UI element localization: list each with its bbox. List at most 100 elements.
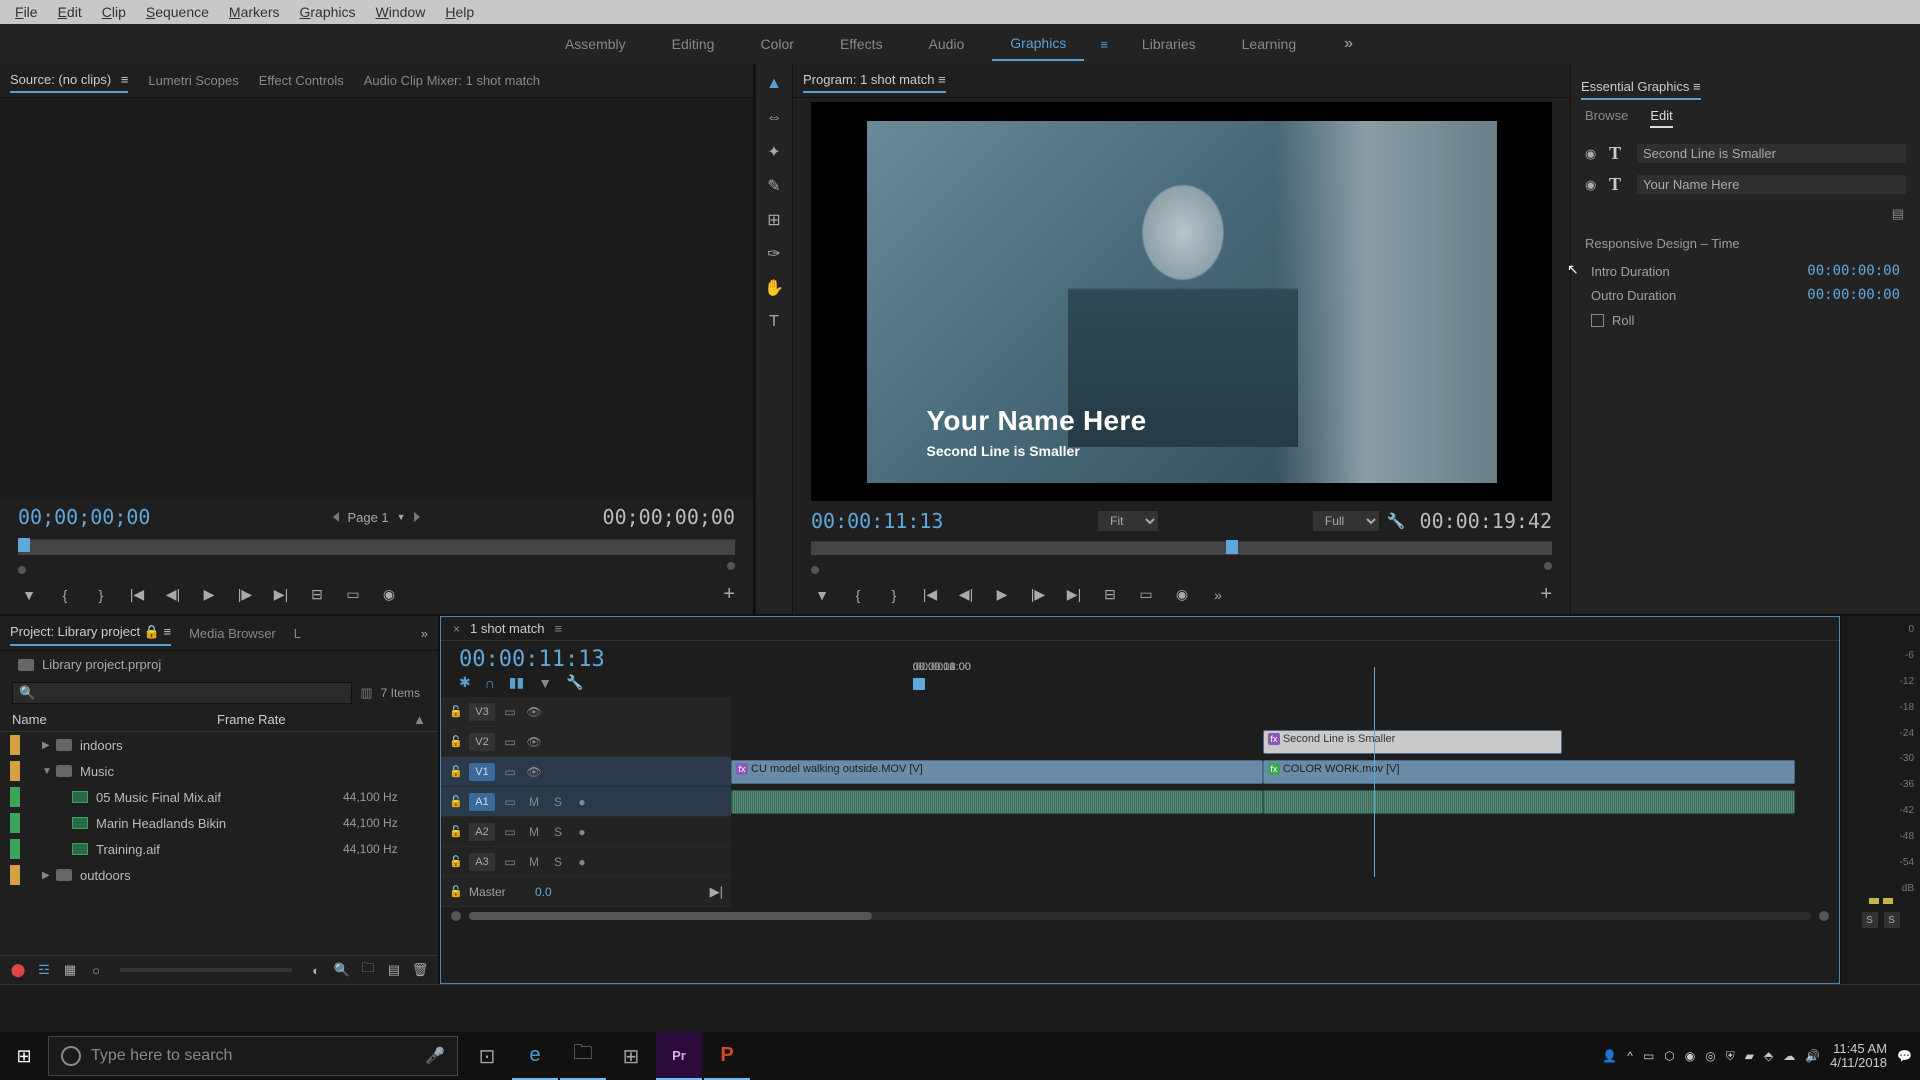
go-in-icon[interactable]: |◀: [919, 585, 941, 605]
automate-icon[interactable]: ◐: [308, 962, 324, 978]
step-back-icon[interactable]: ◀|: [955, 585, 977, 605]
usb-icon[interactable]: ⬡: [1664, 1049, 1674, 1063]
ws-color[interactable]: Color: [742, 28, 811, 60]
voice-over-icon[interactable]: ●: [573, 795, 591, 809]
overflow-icon[interactable]: »: [421, 626, 428, 641]
tab-project[interactable]: Project: Library project 🔒 ≡: [10, 620, 171, 646]
lift-icon[interactable]: ⊟: [1099, 585, 1121, 605]
menu-graphics[interactable]: Graphics: [290, 4, 366, 20]
master-level[interactable]: 0.0: [535, 885, 552, 899]
timeline-scrollbar[interactable]: [469, 912, 1811, 920]
explorer-icon[interactable]: 🗀: [560, 1032, 606, 1080]
delete-icon[interactable]: 🗑: [412, 962, 428, 978]
layer-row-0[interactable]: ◉ T Second Line is Smaller: [1571, 138, 1920, 169]
voice-over-icon[interactable]: ●: [573, 855, 591, 869]
close-sequence-icon[interactable]: ×: [453, 622, 460, 636]
voice-over-icon[interactable]: ●: [573, 825, 591, 839]
notifications-icon[interactable]: 💬: [1897, 1049, 1912, 1063]
timeline-settings-icon[interactable]: 🔧: [566, 674, 583, 691]
tab-audio-clip-mixer[interactable]: Audio Clip Mixer: 1 shot match: [364, 69, 540, 92]
solo-right[interactable]: S: [1884, 912, 1900, 928]
people-icon[interactable]: 👤: [1602, 1049, 1617, 1063]
ws-graphics-menu-icon[interactable]: ≡: [1094, 37, 1114, 52]
settings-icon[interactable]: 🔧: [1387, 512, 1406, 530]
menu-sequence[interactable]: Sequence: [136, 4, 219, 20]
step-fwd-icon[interactable]: |▶: [1027, 585, 1049, 605]
solo-icon[interactable]: S: [549, 825, 567, 839]
tray-icon[interactable]: ▰: [1745, 1049, 1754, 1063]
list-view-icon[interactable]: ☲: [36, 962, 52, 978]
ws-effects[interactable]: Effects: [822, 28, 901, 60]
dropbox-icon[interactable]: ⬘: [1764, 1049, 1773, 1063]
sync-lock-icon[interactable]: ▭: [501, 765, 519, 779]
toggle-output-icon[interactable]: 👁: [525, 705, 543, 719]
solo-icon[interactable]: S: [549, 855, 567, 869]
button-editor-icon[interactable]: +: [1540, 583, 1552, 606]
overflow-icon[interactable]: »: [1207, 585, 1229, 605]
program-zoom-out[interactable]: [811, 566, 819, 574]
program-ruler[interactable]: [811, 541, 1552, 555]
ws-audio[interactable]: Audio: [910, 28, 982, 60]
volume-icon[interactable]: 🔊: [1805, 1049, 1820, 1063]
selection-tool-icon[interactable]: ▲: [762, 72, 786, 96]
ellipse-tool-icon[interactable]: ✑: [762, 242, 786, 266]
sync-lock-icon[interactable]: ▭: [501, 855, 519, 869]
record-icon[interactable]: ⬤: [10, 962, 26, 978]
sync-lock-icon[interactable]: ▭: [501, 795, 519, 809]
linked-selection-icon[interactable]: ∩: [485, 675, 495, 691]
source-zoom-in[interactable]: [727, 562, 735, 570]
menu-file[interactable]: File: [5, 4, 48, 20]
powerpoint-icon[interactable]: P: [704, 1032, 750, 1080]
tab-media-browser[interactable]: Media Browser: [189, 622, 276, 645]
tab-essential-graphics[interactable]: Essential Graphics ≡: [1581, 75, 1701, 100]
source-playhead[interactable]: [18, 538, 30, 552]
mic-icon[interactable]: 🎤: [425, 1046, 445, 1066]
zoom-select[interactable]: Fit: [1098, 511, 1158, 531]
edge-icon[interactable]: e: [512, 1032, 558, 1080]
taskbar-clock[interactable]: 11:45 AM 4/11/2018: [1830, 1042, 1887, 1070]
project-row[interactable]: 05 Music Final Mix.aif44,100 Hz: [0, 784, 438, 810]
project-search-input[interactable]: 🔍: [12, 682, 352, 704]
new-layer-icon[interactable]: ▤: [1571, 200, 1920, 224]
menu-window[interactable]: Window: [366, 4, 436, 20]
ws-libraries[interactable]: Libraries: [1124, 28, 1214, 60]
mark-out-icon[interactable]: }: [90, 585, 112, 605]
lock-icon[interactable]: 🔓: [449, 825, 463, 838]
go-in-icon[interactable]: |◀: [126, 585, 148, 605]
panel-menu-icon[interactable]: ≡: [554, 621, 562, 636]
panel-menu-icon[interactable]: ≡: [1693, 79, 1701, 94]
source-out-timecode[interactable]: 00;00;00;00: [603, 505, 735, 529]
go-out-icon[interactable]: ▶|: [1063, 585, 1085, 605]
toggle-output-icon[interactable]: 👁: [525, 765, 543, 779]
mute-icon[interactable]: M: [525, 855, 543, 869]
sort-asc-icon[interactable]: ▲: [413, 712, 426, 727]
layer-label[interactable]: Second Line is Smaller: [1637, 144, 1906, 163]
timeline-zoom-out[interactable]: [451, 911, 461, 921]
marker-icon[interactable]: ▼: [811, 585, 833, 605]
col-framerate[interactable]: Frame Rate: [217, 712, 413, 727]
snap-icon[interactable]: ✱: [459, 674, 471, 691]
lock-icon[interactable]: 🔓: [449, 735, 463, 748]
vertical-center-icon[interactable]: ⇔: [762, 106, 786, 130]
timeline-content[interactable]: fxSecond Line is Smaller fxCU model walk…: [731, 697, 1839, 907]
checkbox-icon[interactable]: [1591, 314, 1604, 327]
track-master[interactable]: Master: [469, 885, 529, 899]
page-next-icon[interactable]: [414, 512, 420, 522]
tab-program[interactable]: Program: 1 shot match ≡: [803, 68, 946, 93]
mark-in-icon[interactable]: {: [847, 585, 869, 605]
timeline-zoom-in[interactable]: [1819, 911, 1829, 921]
type-tool-icon[interactable]: T: [762, 310, 786, 334]
premiere-icon[interactable]: Pr: [656, 1032, 702, 1080]
defender-icon[interactable]: ⛨: [1726, 1049, 1735, 1064]
page-prev-icon[interactable]: [333, 512, 339, 522]
sequence-name[interactable]: 1 shot match: [470, 621, 544, 636]
clip-audio-a[interactable]: [731, 790, 1263, 814]
ws-graphics[interactable]: Graphics: [992, 27, 1084, 61]
go-out-icon[interactable]: ▶|: [270, 585, 292, 605]
col-name[interactable]: Name: [12, 712, 217, 727]
tab-source[interactable]: Source: (no clips) ≡: [10, 68, 128, 93]
project-row[interactable]: ▶outdoors: [0, 862, 438, 888]
filter-bin-icon[interactable]: ▥: [360, 685, 372, 701]
lock-icon[interactable]: 🔓: [449, 855, 463, 868]
button-editor-icon[interactable]: +: [723, 583, 735, 606]
